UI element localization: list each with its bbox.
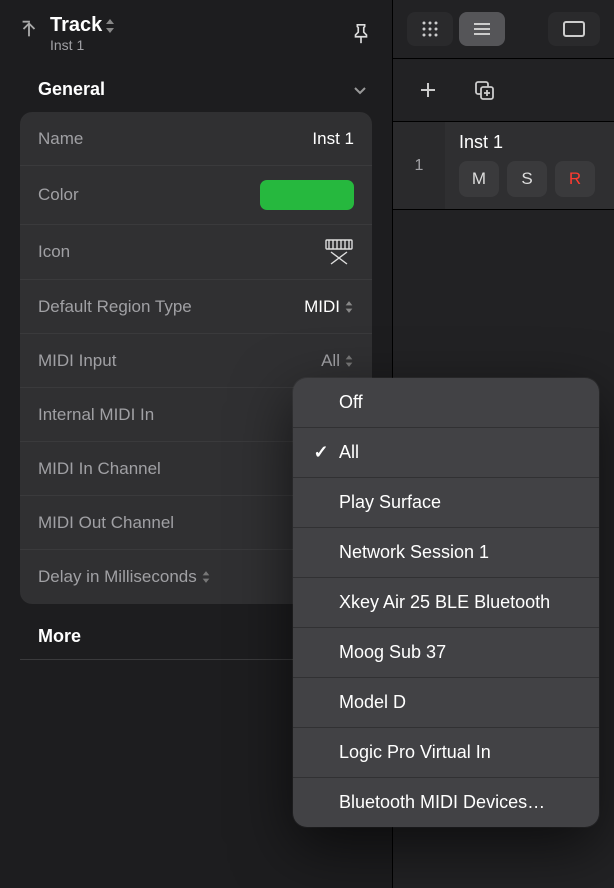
section-general-label: General bbox=[38, 79, 105, 100]
track-subtitle: Inst 1 bbox=[50, 37, 116, 53]
popup-item-label: Off bbox=[339, 392, 363, 413]
sort-updown-icon bbox=[201, 570, 211, 584]
value-midi-input: All bbox=[321, 351, 354, 371]
track-body: Inst 1 M S R bbox=[445, 122, 614, 209]
label-midi-out-ch: MIDI Out Channel bbox=[38, 513, 174, 533]
add-track-button[interactable] bbox=[411, 73, 445, 107]
section-general[interactable]: General bbox=[0, 65, 392, 112]
view-list-button[interactable] bbox=[459, 12, 505, 46]
value-name: Inst 1 bbox=[312, 129, 354, 149]
midi-input-popup: Off ✓ All Play Surface Network Session 1… bbox=[293, 378, 599, 827]
solo-button[interactable]: S bbox=[507, 161, 547, 197]
label-name: Name bbox=[38, 129, 83, 149]
value-icon bbox=[324, 239, 354, 265]
view-mode-segment bbox=[407, 12, 505, 46]
popup-item-label: All bbox=[339, 442, 359, 463]
popup-item-all[interactable]: ✓ All bbox=[293, 428, 599, 478]
row-region-type[interactable]: Default Region Type MIDI bbox=[20, 280, 372, 334]
mute-button[interactable]: M bbox=[459, 161, 499, 197]
track-title: Track bbox=[50, 14, 102, 37]
row-name[interactable]: Name Inst 1 bbox=[20, 112, 372, 166]
popup-item-model-d[interactable]: Model D bbox=[293, 678, 599, 728]
duplicate-track-button[interactable] bbox=[467, 73, 501, 107]
label-icon: Icon bbox=[38, 242, 70, 262]
popup-item-network-session[interactable]: Network Session 1 bbox=[293, 528, 599, 578]
popup-item-label: Xkey Air 25 BLE Bluetooth bbox=[339, 592, 550, 613]
chevron-down-icon bbox=[352, 82, 368, 98]
label-color: Color bbox=[38, 185, 79, 205]
track-index: 1 bbox=[393, 122, 445, 209]
popup-item-play-surface[interactable]: Play Surface bbox=[293, 478, 599, 528]
popup-item-label: Play Surface bbox=[339, 492, 441, 513]
view-grid-button[interactable] bbox=[407, 12, 453, 46]
track-button-row: M S R bbox=[459, 161, 600, 197]
tracks-topbar bbox=[393, 0, 614, 59]
popup-item-label: Moog Sub 37 bbox=[339, 642, 446, 663]
popup-item-label: Bluetooth MIDI Devices… bbox=[339, 792, 545, 813]
popup-item-label: Logic Pro Virtual In bbox=[339, 742, 491, 763]
tracks-actionbar bbox=[393, 59, 614, 122]
popup-item-virtual-in[interactable]: Logic Pro Virtual In bbox=[293, 728, 599, 778]
view-single-button[interactable] bbox=[548, 12, 600, 46]
popup-item-label: Network Session 1 bbox=[339, 542, 489, 563]
popup-item-label: Model D bbox=[339, 692, 406, 713]
section-more-label: More bbox=[38, 626, 81, 646]
label-midi-input: MIDI Input bbox=[38, 351, 116, 371]
popup-item-bluetooth-devices[interactable]: Bluetooth MIDI Devices… bbox=[293, 778, 599, 827]
inspector-header: Track Inst 1 bbox=[0, 0, 392, 65]
track-title-block: Track Inst 1 bbox=[18, 14, 116, 53]
row-icon[interactable]: Icon bbox=[20, 225, 372, 280]
track-name: Inst 1 bbox=[459, 132, 600, 153]
track-row[interactable]: 1 Inst 1 M S R bbox=[393, 122, 614, 210]
track-title-row[interactable]: Track bbox=[50, 14, 116, 37]
label-delay: Delay in Milliseconds bbox=[38, 567, 211, 587]
sort-updown-icon bbox=[104, 18, 116, 34]
record-button[interactable]: R bbox=[555, 161, 595, 197]
keyboard-stand-icon bbox=[324, 239, 354, 265]
checkmark-icon: ✓ bbox=[311, 442, 331, 463]
sort-updown-icon bbox=[344, 354, 354, 368]
track-labels: Track Inst 1 bbox=[50, 14, 116, 53]
value-region: MIDI bbox=[304, 297, 354, 317]
popup-item-xkey[interactable]: Xkey Air 25 BLE Bluetooth bbox=[293, 578, 599, 628]
back-up-icon[interactable] bbox=[18, 18, 40, 40]
color-swatch[interactable] bbox=[260, 180, 354, 210]
pin-button[interactable] bbox=[348, 21, 374, 47]
popup-item-moog[interactable]: Moog Sub 37 bbox=[293, 628, 599, 678]
row-color[interactable]: Color bbox=[20, 166, 372, 225]
label-midi-in-ch: MIDI In Channel bbox=[38, 459, 161, 479]
popup-item-off[interactable]: Off bbox=[293, 378, 599, 428]
sort-updown-icon bbox=[344, 300, 354, 314]
label-region: Default Region Type bbox=[38, 297, 192, 317]
label-internal: Internal MIDI In bbox=[38, 405, 154, 425]
